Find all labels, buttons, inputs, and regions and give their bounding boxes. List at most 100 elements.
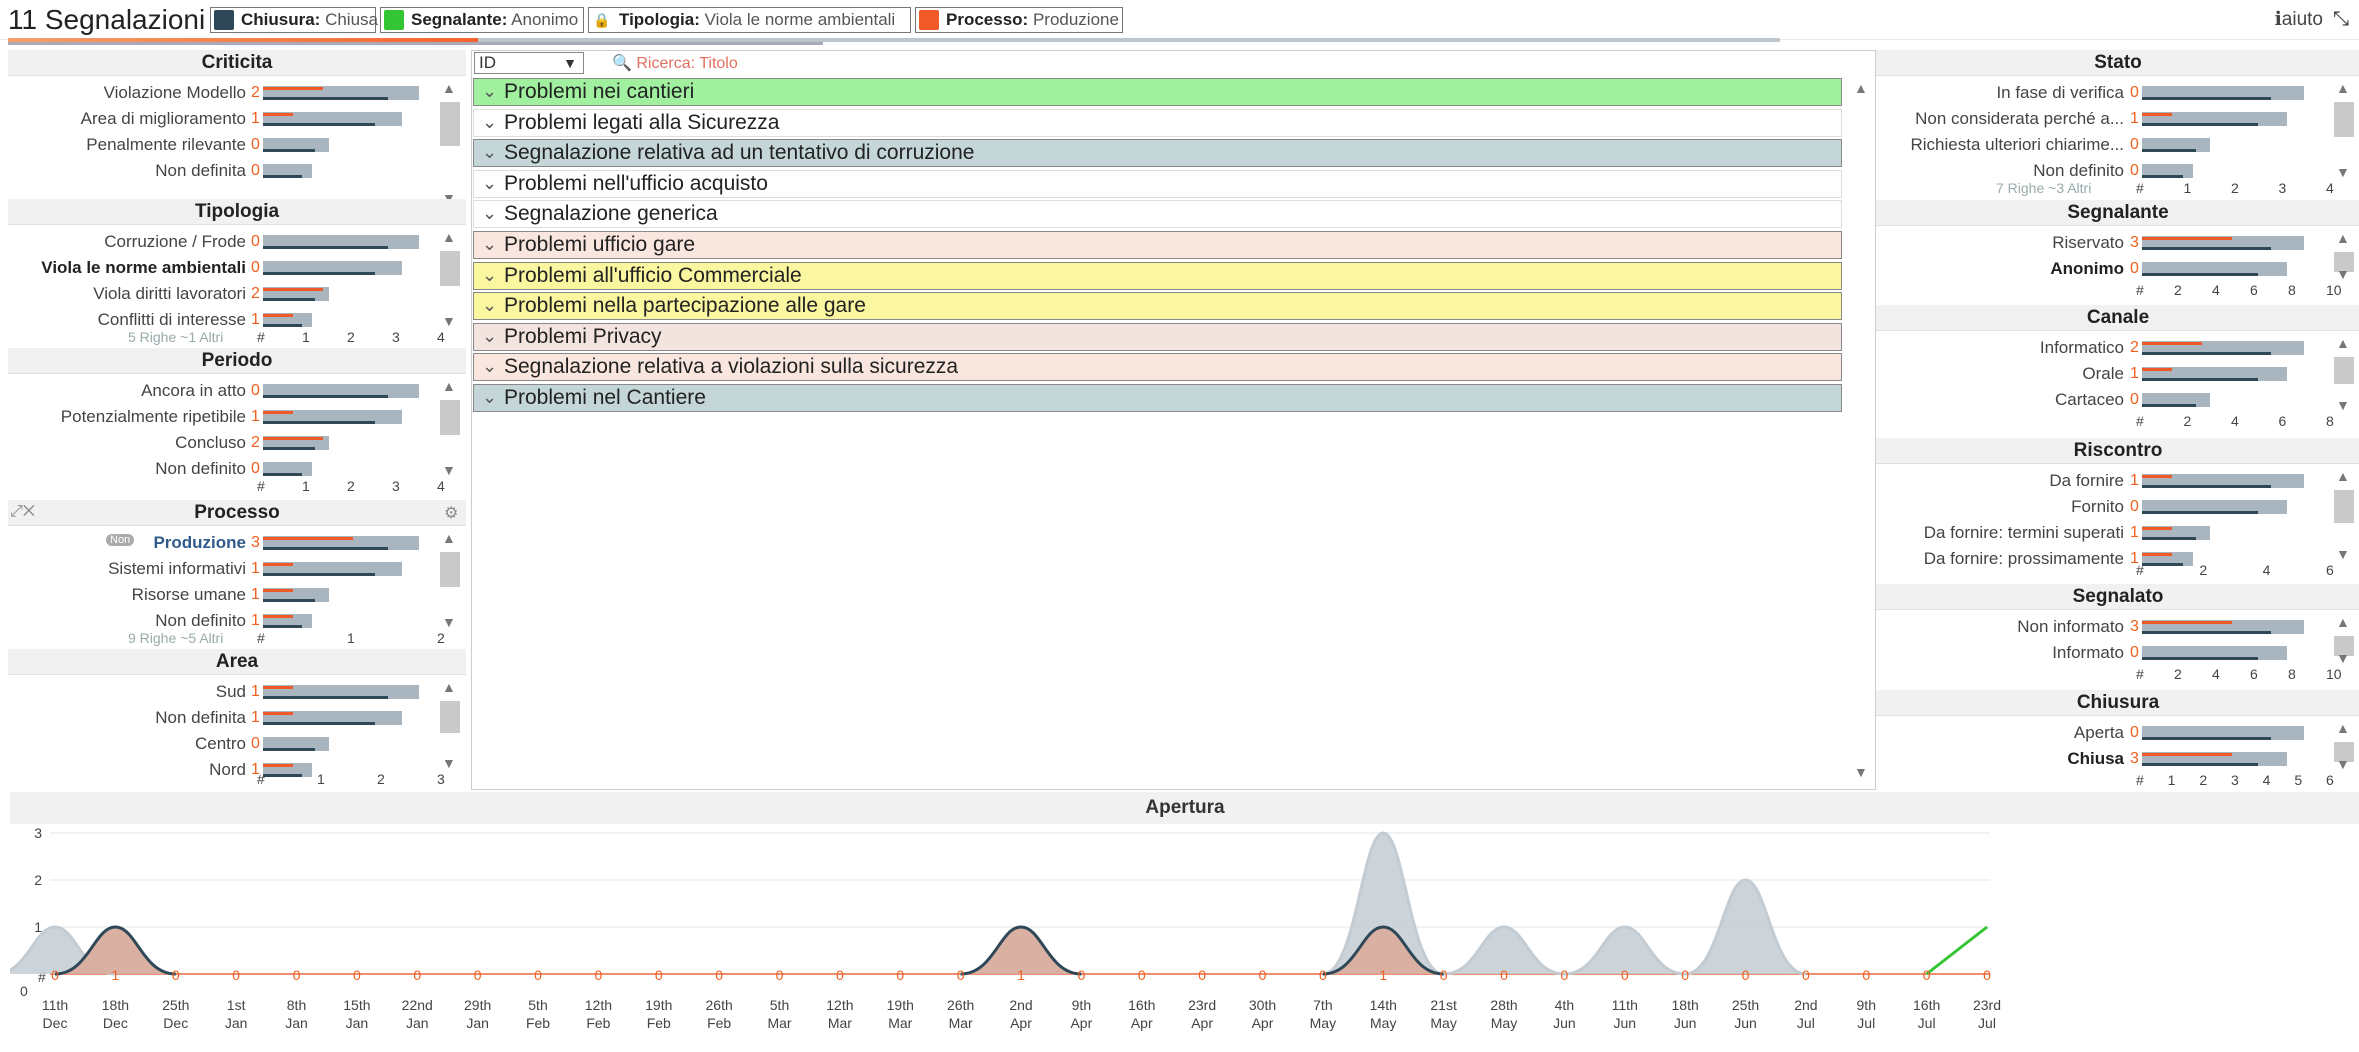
sort-select[interactable]: ID ▼	[474, 52, 584, 74]
facet-scrollbar[interactable]: ▲ ▼	[436, 229, 460, 329]
gear-icon[interactable]: ⚙	[444, 503, 458, 523]
group-row[interactable]: ⌄ Problemi Privacy	[473, 322, 1842, 351]
expand-icon[interactable]: ⤡	[2333, 8, 2349, 31]
facet-scrollbar[interactable]: ▲ ▼	[2330, 614, 2354, 666]
x-tick-month: Jan	[225, 1015, 248, 1031]
filter-chip-chiusura[interactable]: Chiusura: Chiusa	[210, 7, 378, 33]
facet-row[interactable]: Corruzione / Frode 0	[8, 229, 466, 255]
facet-row[interactable]: Anonimo 0	[1876, 256, 2359, 282]
group-row[interactable]: ⌄ Problemi nell'ufficio acquisto	[473, 169, 1842, 198]
facet-row[interactable]: Cartaceo 0	[1876, 387, 2359, 413]
more-rows-link[interactable]: 9 Righe ~5 Altri	[128, 630, 223, 646]
facet-scrollbar[interactable]: ▲ ▼	[2330, 230, 2354, 282]
facet-row-count: 0	[2130, 136, 2139, 153]
facet-row[interactable]: Da fornire: prossimamente 1	[1876, 546, 2359, 572]
series-line	[1925, 925, 1988, 976]
facet-row[interactable]: Potenzialmente ripetibile 1	[8, 404, 466, 430]
facet-row[interactable]: Chiusa 3	[1876, 746, 2359, 772]
facet-row[interactable]: Sud 1	[8, 679, 466, 705]
facet-row[interactable]: Richiesta ulteriori chiarime... 0	[1876, 132, 2359, 158]
count-label: 0	[957, 967, 965, 983]
timeline-chart[interactable]: 321# 011thDec118thDec025thDec01stJan08thJ…	[10, 824, 2350, 1050]
facet-row-label: Violazione Modello	[103, 83, 246, 102]
facet-row-count: 0	[2130, 644, 2139, 661]
facet-row[interactable]: Fornito 0	[1876, 494, 2359, 520]
facet-scrollbar[interactable]: ▲ ▼	[2330, 335, 2354, 413]
facet-scrollbar[interactable]: ▲ ▼	[436, 378, 460, 478]
progress-bar	[8, 38, 1780, 45]
facet-row-label: Corruzione / Frode	[104, 232, 246, 251]
axis-tick: 4	[2212, 282, 2220, 298]
x-tick-month: Apr	[1010, 1015, 1032, 1031]
facet-row[interactable]: Sistemi informativi 1	[8, 556, 466, 582]
table-scrollbar[interactable]: ▲ ▼	[1848, 80, 1872, 780]
facet-row[interactable]: Non definito 1	[8, 608, 466, 634]
axis-tick: 8	[2288, 666, 2296, 682]
timeline-panel: Apertura 3 2 1 #0 11th Dec 1 18th Dec 0 25th Dec 0 1s…	[10, 792, 2359, 1050]
facet-scrollbar[interactable]: ▲ ▼	[2330, 80, 2354, 180]
facet-row[interactable]: Produzione 3	[8, 530, 466, 556]
facet-row[interactable]: Viola diritti lavoratori 2	[8, 281, 466, 307]
more-rows-link[interactable]: 5 Righe ~1 Altri	[128, 329, 223, 345]
search-link[interactable]: 🔍 Ricerca: Titolo	[612, 53, 738, 73]
facet-row[interactable]: Da fornire 1	[1876, 468, 2359, 494]
facet-scrollbar[interactable]: ▲ ▼	[436, 80, 460, 206]
axis-tick: #	[257, 771, 265, 787]
group-row[interactable]: ⌄ Problemi all'ufficio Commerciale	[473, 261, 1842, 290]
facet-row[interactable]: Centro 0	[8, 731, 466, 757]
filter-chip-tipologia[interactable]: 🔒 Tipologia: Viola le norme ambientali	[588, 7, 911, 33]
filter-chip-processo[interactable]: Processo: Produzione	[915, 7, 1123, 33]
facet-row[interactable]: Non considerata perché a... 1	[1876, 106, 2359, 132]
facet-row[interactable]: Non definita 0	[8, 158, 466, 184]
facet-row[interactable]: Non informato 3	[1876, 614, 2359, 640]
x-tick-day: 26th	[947, 997, 974, 1013]
facet-row[interactable]: In fase di verifica 0	[1876, 80, 2359, 106]
facet-segnalante: Segnalante Riservato 3 Anonimo 0 #2 4 6 8 10 ▲ ▼	[1876, 200, 2359, 300]
facet-scrollbar[interactable]: ▲ ▼	[2330, 720, 2354, 772]
facet-row[interactable]: Ancora in atto 0	[8, 378, 466, 404]
facet-row[interactable]: Penalmente rilevante 0	[8, 132, 466, 158]
facet-row[interactable]: Riservato 3	[1876, 230, 2359, 256]
facet-row[interactable]: Informatico 2	[1876, 335, 2359, 361]
count-label: 0	[715, 967, 723, 983]
facet-row[interactable]: Aperta 0	[1876, 720, 2359, 746]
axis-tick: 3	[392, 329, 400, 345]
help-link[interactable]: ℹaiuto	[2275, 8, 2323, 31]
group-row[interactable]: ⌄ Problemi ufficio gare	[473, 231, 1842, 259]
facet-row[interactable]: Risorse umane 1	[8, 582, 466, 608]
group-row[interactable]: ⌄ Problemi legati alla Sicurezza	[473, 108, 1842, 137]
axis-tick: 1	[302, 329, 310, 345]
x-tick-month: May	[1491, 1015, 1517, 1031]
facet-row[interactable]: Viola le norme ambientali 0	[8, 255, 466, 281]
group-row[interactable]: ⌄ Problemi nel Cantiere	[473, 384, 1842, 412]
facet-scrollbar[interactable]: ▲ ▼	[436, 679, 460, 771]
facet-scrollbar[interactable]: ▲ ▼	[436, 530, 460, 630]
group-row[interactable]: ⌄ Problemi nella partecipazione alle gare	[473, 292, 1842, 321]
collapse-icon[interactable]: ⤢✕	[10, 503, 35, 521]
facet-row[interactable]: Non definito 0	[1876, 158, 2359, 184]
x-tick-month: Jan	[466, 1015, 489, 1031]
facet-row[interactable]: Area di miglioramento 1	[8, 106, 466, 132]
chevron-down-icon: ⌄	[482, 295, 498, 316]
group-row[interactable]: ⌄ Segnalazione relativa a violazioni sull…	[473, 353, 1842, 382]
facet-row[interactable]: Nord 1	[8, 757, 466, 783]
group-row[interactable]: ⌄ Segnalazione relativa ad un tentativo d…	[473, 139, 1842, 168]
more-rows-link[interactable]: 7 Righe ~3 Altri	[1996, 180, 2091, 196]
facet-scrollbar[interactable]: ▲ ▼	[2330, 468, 2354, 562]
count-label: 0	[1802, 967, 1810, 983]
group-row[interactable]: ⌄ Segnalazione generica	[473, 200, 1842, 229]
facet-row[interactable]: Orale 1	[1876, 361, 2359, 387]
negate-badge[interactable]: Non	[106, 534, 135, 546]
x-tick-day: 9th	[1857, 997, 1876, 1013]
facet-row[interactable]: Concluso 2	[8, 430, 466, 456]
y-tick: 2	[34, 872, 42, 888]
filter-chip-segnalante[interactable]: Segnalante: Anonimo	[380, 7, 584, 33]
x-tick-day: 25th	[1732, 997, 1759, 1013]
x-tick-day: 12th	[585, 997, 612, 1013]
facet-row[interactable]: Non definita 1	[8, 705, 466, 731]
facet-row[interactable]: Informato 0	[1876, 640, 2359, 666]
facet-row-label: Viola le norme ambientali	[41, 258, 246, 277]
group-row[interactable]: ⌄ Problemi nei cantieri	[473, 78, 1842, 106]
facet-row[interactable]: Violazione Modello 2	[8, 80, 466, 106]
facet-row[interactable]: Da fornire: termini superati 1	[1876, 520, 2359, 546]
